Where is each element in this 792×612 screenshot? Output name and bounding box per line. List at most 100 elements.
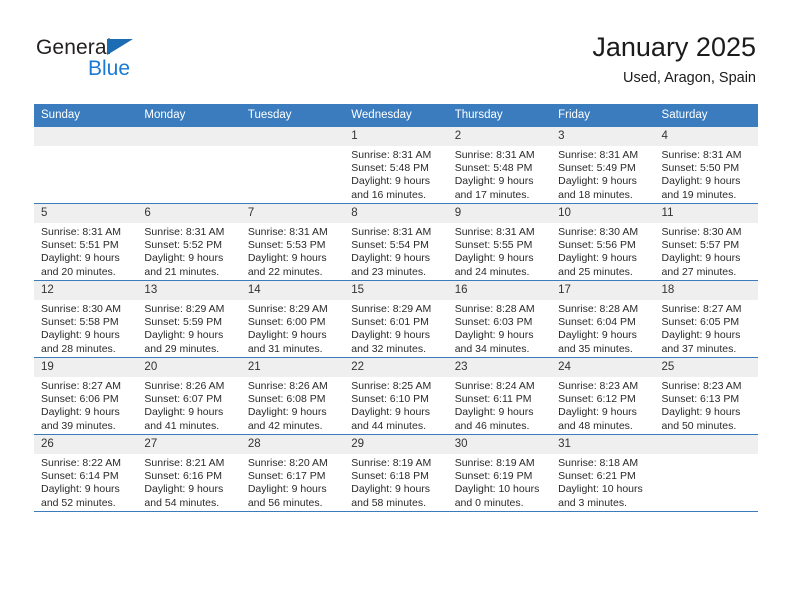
day-number: 15 [344, 281, 448, 300]
calendar-day-cell[interactable]: 13 Sunrise: 8:29 AM Sunset: 5:59 PM Dayligh… [137, 280, 241, 358]
day-detail-line: Daylight: 9 hours [144, 329, 224, 342]
day-details: Sunrise: 8:21 AM Sunset: 6:16 PM Daylight:… [137, 454, 240, 510]
day-detail-line: and 46 minutes. [454, 419, 530, 432]
calendar-day-cell[interactable]: 30 Sunrise: 8:19 AM Sunset: 6:19 PM Dayligh… [447, 434, 552, 512]
calendar-week-row: 12 Sunrise: 8:30 AM Sunset: 5:58 PM Dayligh… [34, 280, 758, 358]
day-detail-line: Sunrise: 8:26 AM [144, 380, 225, 392]
calendar-day-cell[interactable]: 25 Sunrise: 8:23 AM Sunset: 6:13 PM Dayligh… [654, 357, 758, 435]
day-detail-line: and 19 minutes. [661, 188, 737, 201]
calendar-day-cell[interactable]: 10 Sunrise: 8:30 AM Sunset: 5:56 PM Dayligh… [551, 203, 655, 281]
day-details: Sunrise: 8:24 AM Sunset: 6:11 PM Daylight:… [448, 377, 551, 433]
calendar-day-cell[interactable]: 2 Sunrise: 8:31 AM Sunset: 5:48 PM Daylight… [447, 127, 552, 204]
day-details: Sunrise: 8:22 AM Sunset: 6:14 PM Daylight:… [34, 454, 137, 510]
day-detail-line: and 27 minutes. [661, 265, 737, 278]
day-number: 23 [447, 358, 552, 377]
brand-name-bottom: Blue [88, 57, 131, 80]
day-details: Sunrise: 8:31 AM Sunset: 5:49 PM Daylight:… [551, 146, 654, 202]
day-number [137, 127, 241, 146]
day-detail-line: and 28 minutes. [41, 342, 116, 355]
calendar-day-cell[interactable]: 5 Sunrise: 8:31 AM Sunset: 5:51 PM Daylight… [34, 203, 138, 281]
calendar-day-cell[interactable]: 23 Sunrise: 8:24 AM Sunset: 6:11 PM Dayligh… [447, 357, 552, 435]
weekday-headers: Sunday Monday Tuesday Wednesday Thursday Frid… [34, 104, 758, 127]
day-detail-line: Sunset: 6:04 PM [558, 316, 636, 329]
day-detail-line: and 56 minutes. [247, 496, 323, 509]
day-number: 29 [344, 435, 448, 454]
calendar-day-cell[interactable]: 29 Sunrise: 8:19 AM Sunset: 6:18 PM Dayligh… [344, 434, 448, 512]
day-detail-line: and 48 minutes. [558, 419, 633, 432]
day-detail-line: Daylight: 9 hours [454, 329, 534, 342]
day-detail-line: Sunrise: 8:18 AM [558, 457, 639, 469]
day-number: 17 [551, 281, 655, 300]
weekday-header-thursday: Thursday [447, 104, 552, 127]
weekday-header-monday: Monday [137, 104, 241, 127]
day-number: 26 [34, 435, 138, 454]
day-number: 9 [447, 204, 552, 223]
day-detail-line: and 16 minutes. [351, 188, 426, 201]
day-detail-line: Sunrise: 8:23 AM [661, 380, 742, 392]
day-detail-line: Sunrise: 8:31 AM [41, 226, 121, 238]
calendar-day-cell[interactable]: 26 Sunrise: 8:22 AM Sunset: 6:14 PM Dayligh… [34, 434, 138, 512]
calendar-day-cell[interactable]: 6 Sunrise: 8:31 AM Sunset: 5:52 PM Daylight… [137, 203, 241, 281]
day-detail-line: Daylight: 9 hours [144, 252, 224, 265]
day-detail-line: Sunset: 6:11 PM [454, 393, 532, 406]
calendar-day-cell[interactable]: 24 Sunrise: 8:23 AM Sunset: 6:12 PM Dayligh… [551, 357, 655, 435]
day-detail-line: Daylight: 9 hours [41, 252, 120, 265]
calendar-day-cell[interactable]: 4 Sunrise: 8:31 AM Sunset: 5:50 PM Daylight… [654, 127, 758, 204]
calendar-day-cell[interactable]: 11 Sunrise: 8:30 AM Sunset: 5:57 PM Dayligh… [654, 203, 758, 281]
day-number [34, 127, 138, 146]
calendar-day-cell[interactable]: 7 Sunrise: 8:31 AM Sunset: 5:53 PM Daylight… [240, 203, 345, 281]
calendar-cell-empty [137, 127, 241, 204]
day-detail-line: and 17 minutes. [454, 188, 530, 201]
day-details: Sunrise: 8:28 AM Sunset: 6:03 PM Daylight:… [448, 300, 551, 356]
day-detail-line: Daylight: 9 hours [247, 329, 327, 342]
calendar-cell-empty [34, 127, 138, 204]
day-details: Sunrise: 8:31 AM Sunset: 5:52 PM Daylight:… [137, 223, 240, 279]
calendar-day-cell[interactable]: 17 Sunrise: 8:28 AM Sunset: 6:04 PM Dayligh… [551, 280, 655, 358]
calendar-day-cell[interactable]: 20 Sunrise: 8:26 AM Sunset: 6:07 PM Dayligh… [137, 357, 241, 435]
day-details: Sunrise: 8:31 AM Sunset: 5:50 PM Daylight:… [655, 146, 758, 202]
day-detail-line: and 41 minutes. [144, 419, 220, 432]
day-detail-line: Sunrise: 8:24 AM [454, 380, 535, 392]
brand-logo[interactable]: General Blue [36, 36, 216, 84]
calendar-day-cell[interactable]: 18 Sunrise: 8:27 AM Sunset: 6:05 PM Dayligh… [654, 280, 758, 358]
calendar-day-cell[interactable]: 28 Sunrise: 8:20 AM Sunset: 6:17 PM Dayligh… [240, 434, 345, 512]
weekday-header-sunday: Sunday [34, 104, 138, 127]
day-detail-line: and 21 minutes. [144, 265, 220, 278]
day-detail-line: and 23 minutes. [351, 265, 426, 278]
day-detail-line: Sunrise: 8:31 AM [144, 226, 225, 238]
day-detail-line: Sunrise: 8:31 AM [558, 149, 639, 161]
calendar-day-cell[interactable]: 22 Sunrise: 8:25 AM Sunset: 6:10 PM Dayligh… [344, 357, 448, 435]
day-detail-line: Sunset: 5:49 PM [558, 162, 636, 175]
calendar-day-cell[interactable]: 12 Sunrise: 8:30 AM Sunset: 5:58 PM Dayligh… [34, 280, 138, 358]
day-detail-line: Sunset: 6:16 PM [144, 470, 223, 483]
day-detail-line: Sunrise: 8:30 AM [558, 226, 639, 238]
day-detail-line: Sunset: 6:18 PM [351, 470, 429, 483]
day-number: 21 [240, 358, 345, 377]
calendar-day-cell[interactable]: 31 Sunrise: 8:18 AM Sunset: 6:21 PM Dayligh… [551, 434, 655, 512]
calendar-day-cell[interactable]: 21 Sunrise: 8:26 AM Sunset: 6:08 PM Dayligh… [240, 357, 345, 435]
day-detail-line: and 3 minutes. [558, 496, 627, 509]
day-detail-line: and 18 minutes. [558, 188, 633, 201]
day-detail-line: Sunset: 6:05 PM [661, 316, 740, 329]
day-detail-line: Sunset: 5:52 PM [144, 239, 223, 252]
day-detail-line: and 58 minutes. [351, 496, 426, 509]
day-number: 2 [447, 127, 552, 146]
day-number: 1 [344, 127, 448, 146]
day-detail-line: and 25 minutes. [558, 265, 633, 278]
day-number: 30 [447, 435, 552, 454]
calendar-body: 1 Sunrise: 8:31 AM Sunset: 5:48 PM Daylight… [34, 127, 758, 512]
calendar-day-cell[interactable]: 14 Sunrise: 8:29 AM Sunset: 6:00 PM Dayligh… [240, 280, 345, 358]
day-detail-line: Sunset: 5:58 PM [41, 316, 119, 329]
calendar-day-cell[interactable]: 19 Sunrise: 8:27 AM Sunset: 6:06 PM Dayligh… [34, 357, 138, 435]
day-detail-line: Daylight: 9 hours [247, 483, 327, 496]
calendar-day-cell[interactable]: 9 Sunrise: 8:31 AM Sunset: 5:55 PM Daylight… [447, 203, 552, 281]
day-detail-line: and 32 minutes. [351, 342, 426, 355]
calendar-day-cell[interactable]: 1 Sunrise: 8:31 AM Sunset: 5:48 PM Daylight… [344, 127, 448, 204]
day-detail-line: Daylight: 9 hours [558, 252, 637, 265]
calendar-day-cell[interactable]: 3 Sunrise: 8:31 AM Sunset: 5:49 PM Daylight… [551, 127, 655, 204]
calendar-day-cell[interactable]: 8 Sunrise: 8:31 AM Sunset: 5:54 PM Daylight… [344, 203, 448, 281]
calendar-day-cell[interactable]: 16 Sunrise: 8:28 AM Sunset: 6:03 PM Dayligh… [447, 280, 552, 358]
calendar-day-cell[interactable]: 15 Sunrise: 8:29 AM Sunset: 6:01 PM Dayligh… [344, 280, 448, 358]
day-detail-line: Sunrise: 8:28 AM [558, 303, 639, 315]
calendar-day-cell[interactable]: 27 Sunrise: 8:21 AM Sunset: 6:16 PM Dayligh… [137, 434, 241, 512]
